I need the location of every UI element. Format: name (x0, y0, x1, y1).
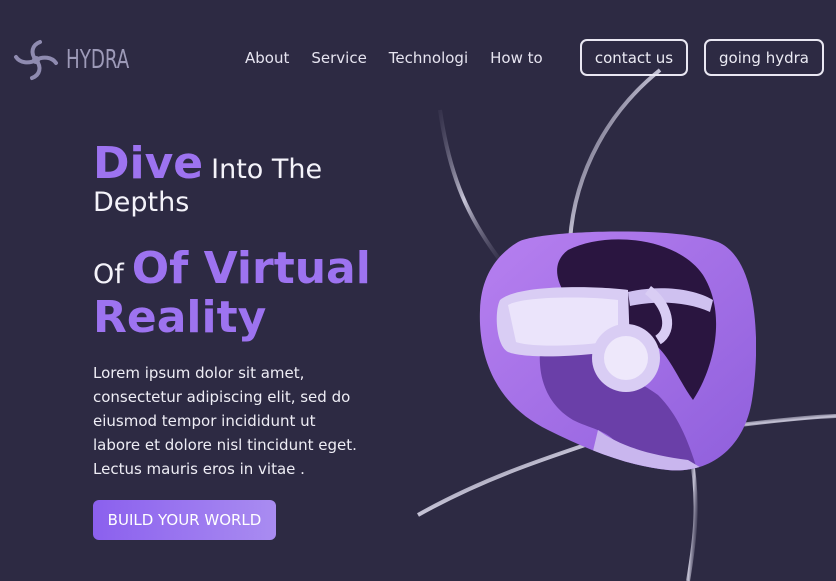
nav-technologi[interactable]: Technologi (389, 47, 468, 69)
hero-heading-line-1: Dive Into The (93, 138, 322, 189)
contact-us-button[interactable]: contact us (580, 39, 688, 76)
going-hydra-button[interactable]: going hydra (704, 39, 824, 76)
hero-heading-line-3: Of Of Virtual (93, 243, 371, 294)
brand-logo[interactable]: HYDRA (10, 37, 147, 83)
hero-into-the: Into The (211, 154, 323, 185)
nav-about[interactable]: About (245, 47, 289, 69)
brand-name: HYDRA (66, 45, 130, 75)
landing-page: HYDRA About Service Technologi How to co… (0, 0, 836, 581)
vr-headset-person-illustration (479, 231, 756, 471)
hero-of-small: Of (93, 259, 124, 290)
build-your-world-button[interactable]: BUILD YOUR WORLD (93, 500, 276, 540)
hero-of-virtual: Of Virtual (131, 243, 371, 294)
hero-dive-word: Dive (93, 138, 204, 189)
hero-depths: Depths (93, 187, 190, 218)
swirl-logo-icon (14, 40, 58, 80)
main-nav: About Service Technologi How to (245, 47, 565, 69)
nav-how-to[interactable]: How to (490, 47, 543, 69)
hero-description: Lorem ipsum dolor sit amet, consectetur … (93, 364, 357, 478)
hero-reality: Reality (93, 292, 267, 343)
nav-service[interactable]: Service (311, 47, 366, 69)
